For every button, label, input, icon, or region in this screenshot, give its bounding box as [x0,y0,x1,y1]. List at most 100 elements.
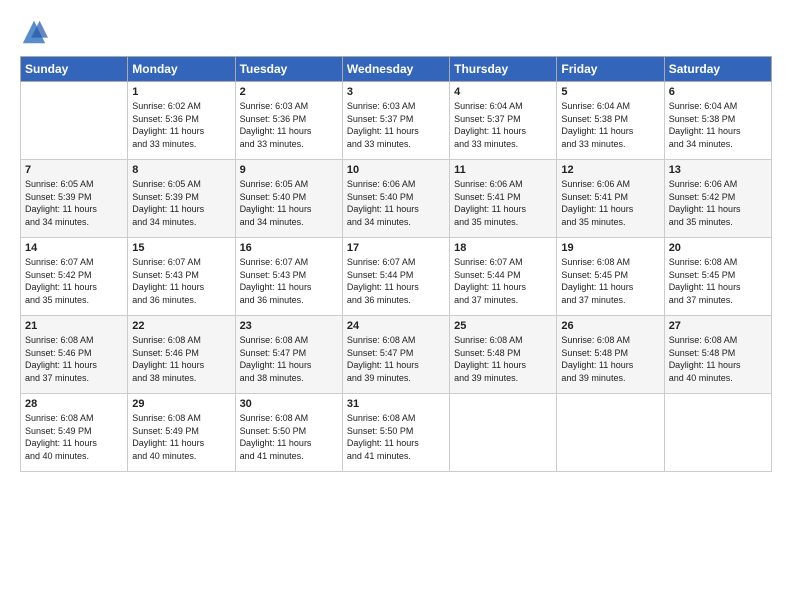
day-info: Sunrise: 6:06 AM Sunset: 5:41 PM Dayligh… [454,178,552,228]
day-number: 2 [240,86,338,98]
header-monday: Monday [128,57,235,82]
day-number: 6 [669,86,767,98]
day-info: Sunrise: 6:04 AM Sunset: 5:38 PM Dayligh… [561,100,659,150]
day-info: Sunrise: 6:05 AM Sunset: 5:39 PM Dayligh… [25,178,123,228]
day-info: Sunrise: 6:08 AM Sunset: 5:48 PM Dayligh… [454,334,552,384]
calendar-cell: 26Sunrise: 6:08 AM Sunset: 5:48 PM Dayli… [557,316,664,394]
calendar-cell: 3Sunrise: 6:03 AM Sunset: 5:37 PM Daylig… [342,82,449,160]
day-number: 21 [25,320,123,332]
calendar-cell: 4 Sunrise: 6:04 AM Sunset: 5:37 PM Daylig… [450,82,557,160]
calendar-week-3: 14 Sunrise: 6:07 AM Sunset: 5:42 PM Dayli… [21,238,772,316]
calendar-cell: 5 Sunrise: 6:04 AM Sunset: 5:38 PM Daylig… [557,82,664,160]
day-info: Sunrise: 6:08 AM Sunset: 5:49 PM Dayligh… [132,412,230,462]
day-info: Sunrise: 6:03 AM Sunset: 5:36 PM Dayligh… [240,100,338,150]
day-number: 20 [669,242,767,254]
day-number: 14 [25,242,123,254]
day-number: 3 [347,86,445,98]
day-number: 11 [454,164,552,176]
day-info: Sunrise: 6:07 AM Sunset: 5:42 PM Dayligh… [25,256,123,306]
day-number: 28 [25,398,123,410]
day-info: Sunrise: 6:06 AM Sunset: 5:40 PM Dayligh… [347,178,445,228]
day-number: 30 [240,398,338,410]
day-info: Sunrise: 6:06 AM Sunset: 5:41 PM Dayligh… [561,178,659,228]
calendar-cell: 1 Sunrise: 6:02 AM Sunset: 5:36 PM Daylig… [128,82,235,160]
day-number: 10 [347,164,445,176]
day-info: Sunrise: 6:07 AM Sunset: 5:44 PM Dayligh… [347,256,445,306]
day-info: Sunrise: 6:05 AM Sunset: 5:40 PM Dayligh… [240,178,338,228]
day-info: Sunrise: 6:08 AM Sunset: 5:48 PM Dayligh… [669,334,767,384]
calendar-cell: 11 Sunrise: 6:06 AM Sunset: 5:41 PM Dayli… [450,160,557,238]
day-number: 15 [132,242,230,254]
calendar-cell [557,394,664,472]
calendar-header-row: SundayMondayTuesdayWednesdayThursdayFrid… [21,57,772,82]
day-info: Sunrise: 6:07 AM Sunset: 5:43 PM Dayligh… [240,256,338,306]
calendar-cell [664,394,771,472]
calendar-cell: 21Sunrise: 6:08 AM Sunset: 5:46 PM Dayli… [21,316,128,394]
day-info: Sunrise: 6:08 AM Sunset: 5:47 PM Dayligh… [347,334,445,384]
day-info: Sunrise: 6:08 AM Sunset: 5:46 PM Dayligh… [132,334,230,384]
day-number: 13 [669,164,767,176]
day-info: Sunrise: 6:08 AM Sunset: 5:47 PM Dayligh… [240,334,338,384]
day-info: Sunrise: 6:07 AM Sunset: 5:43 PM Dayligh… [132,256,230,306]
calendar-cell: 16Sunrise: 6:07 AM Sunset: 5:43 PM Dayli… [235,238,342,316]
calendar-cell: 28 Sunrise: 6:08 AM Sunset: 5:49 PM Dayli… [21,394,128,472]
day-info: Sunrise: 6:04 AM Sunset: 5:38 PM Dayligh… [669,100,767,150]
calendar-cell: 9 Sunrise: 6:05 AM Sunset: 5:40 PM Daylig… [235,160,342,238]
calendar-week-2: 7 Sunrise: 6:05 AM Sunset: 5:39 PM Daylig… [21,160,772,238]
day-number: 12 [561,164,659,176]
calendar-cell: 23 Sunrise: 6:08 AM Sunset: 5:47 PM Dayli… [235,316,342,394]
day-number: 18 [454,242,552,254]
page: SundayMondayTuesdayWednesdayThursdayFrid… [0,0,792,612]
header-wednesday: Wednesday [342,57,449,82]
calendar-cell: 17 Sunrise: 6:07 AM Sunset: 5:44 PM Dayli… [342,238,449,316]
calendar-week-4: 21 Sunrise: 6:08 AM Sunset: 5:46 PM Dayli… [21,316,772,394]
calendar-cell: 30 Sunrise: 6:08 AM Sunset: 5:50 PM Dayli… [235,394,342,472]
day-info: Sunrise: 6:08 AM Sunset: 5:50 PM Dayligh… [347,412,445,462]
day-info: Sunrise: 6:08 AM Sunset: 5:48 PM Dayligh… [561,334,659,384]
day-info: Sunrise: 6:07 AM Sunset: 5:44 PM Dayligh… [454,256,552,306]
calendar-cell: 19 Sunrise: 6:08 AM Sunset: 5:45 PM Dayli… [557,238,664,316]
day-number: 9 [240,164,338,176]
day-number: 17 [347,242,445,254]
calendar-cell [21,82,128,160]
calendar-week-1: 1 Sunrise: 6:02 AM Sunset: 5:36 PM Daylig… [21,82,772,160]
calendar-cell: 10 Sunrise: 6:06 AM Sunset: 5:40 PM Dayli… [342,160,449,238]
header [20,18,772,46]
logo-icon [20,18,48,46]
day-number: 5 [561,86,659,98]
header-tuesday: Tuesday [235,57,342,82]
day-number: 8 [132,164,230,176]
calendar-cell: 18 Sunrise: 6:07 AM Sunset: 5:44 PM Dayli… [450,238,557,316]
day-number: 25 [454,320,552,332]
day-number: 27 [669,320,767,332]
day-info: Sunrise: 6:06 AM Sunset: 5:42 PM Dayligh… [669,178,767,228]
day-info: Sunrise: 6:08 AM Sunset: 5:45 PM Dayligh… [561,256,659,306]
calendar-table: SundayMondayTuesdayWednesdayThursdayFrid… [20,56,772,472]
calendar-cell: 20Sunrise: 6:08 AM Sunset: 5:45 PM Dayli… [664,238,771,316]
calendar-cell: 8 Sunrise: 6:05 AM Sunset: 5:39 PM Daylig… [128,160,235,238]
calendar-cell: 29 Sunrise: 6:08 AM Sunset: 5:49 PM Dayli… [128,394,235,472]
day-info: Sunrise: 6:08 AM Sunset: 5:49 PM Dayligh… [25,412,123,462]
header-sunday: Sunday [21,57,128,82]
day-number: 23 [240,320,338,332]
day-info: Sunrise: 6:02 AM Sunset: 5:36 PM Dayligh… [132,100,230,150]
calendar-cell: 7 Sunrise: 6:05 AM Sunset: 5:39 PM Daylig… [21,160,128,238]
day-info: Sunrise: 6:05 AM Sunset: 5:39 PM Dayligh… [132,178,230,228]
day-number: 19 [561,242,659,254]
day-number: 4 [454,86,552,98]
calendar-cell: 27 Sunrise: 6:08 AM Sunset: 5:48 PM Dayli… [664,316,771,394]
day-number: 7 [25,164,123,176]
day-info: Sunrise: 6:08 AM Sunset: 5:50 PM Dayligh… [240,412,338,462]
day-info: Sunrise: 6:04 AM Sunset: 5:37 PM Dayligh… [454,100,552,150]
logo [20,18,52,46]
day-number: 1 [132,86,230,98]
header-saturday: Saturday [664,57,771,82]
calendar-cell: 31Sunrise: 6:08 AM Sunset: 5:50 PM Dayli… [342,394,449,472]
day-number: 29 [132,398,230,410]
calendar-cell: 12 Sunrise: 6:06 AM Sunset: 5:41 PM Dayli… [557,160,664,238]
header-friday: Friday [557,57,664,82]
calendar-cell: 14 Sunrise: 6:07 AM Sunset: 5:42 PM Dayli… [21,238,128,316]
header-thursday: Thursday [450,57,557,82]
calendar-cell: 24Sunrise: 6:08 AM Sunset: 5:47 PM Dayli… [342,316,449,394]
calendar-cell: 25 Sunrise: 6:08 AM Sunset: 5:48 PM Dayli… [450,316,557,394]
